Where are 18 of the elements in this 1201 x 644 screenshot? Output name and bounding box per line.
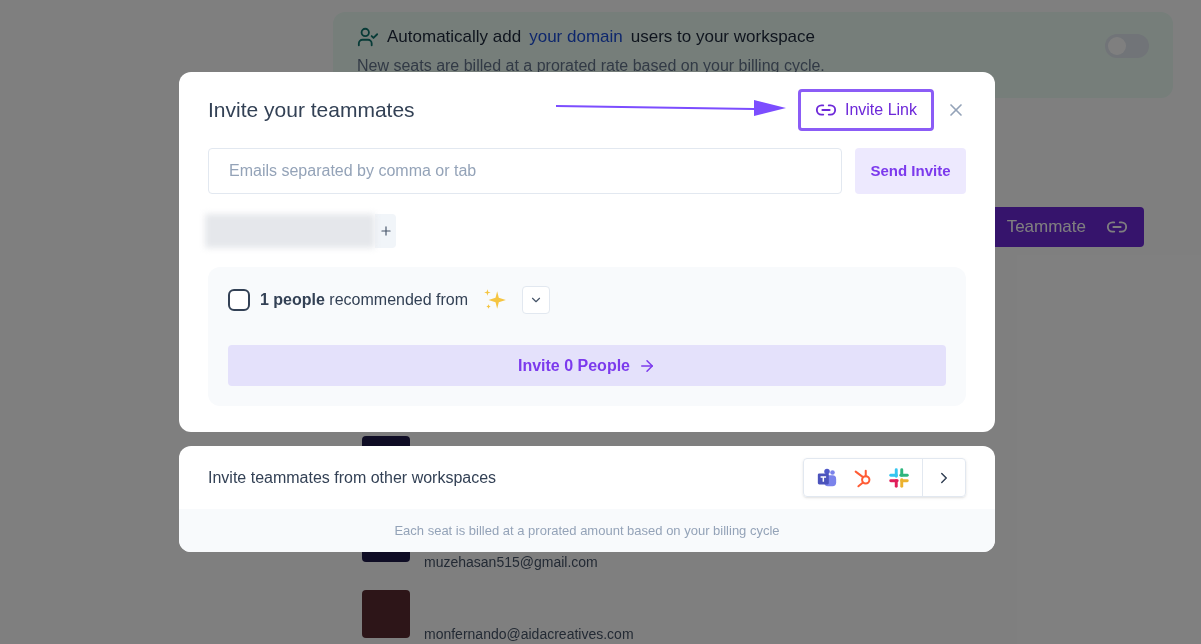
dialog-title: Invite your teammates [208,97,415,124]
invite-link-button[interactable]: Invite Link [797,89,934,131]
dropdown-button[interactable] [522,286,551,314]
checkbox[interactable] [228,289,250,311]
user-check-icon [357,25,379,48]
add-suggestion-button[interactable] [375,214,396,248]
billing-note: Each seat is billed at a prorated amount based on your billing cycle [394,521,780,540]
banner-title-end: users to your workspace [630,26,815,48]
workspaces-title: Invite teammates from other workspaces [208,467,498,488]
slack-icon[interactable] [888,466,910,489]
teams-icon[interactable] [816,466,838,489]
member-email: muzehasan515@gmail.com [424,554,598,570]
plus-icon [378,224,393,238]
member-email: monfernando@aidacreatives.com [424,626,634,642]
recommendation-text: 1 people recommended from [260,290,469,310]
banner-title-start: Automatically add [387,26,522,48]
domain-link[interactable]: your domain [529,24,623,50]
email-input-field[interactable]: Emails separated by comma or tab [208,148,842,194]
